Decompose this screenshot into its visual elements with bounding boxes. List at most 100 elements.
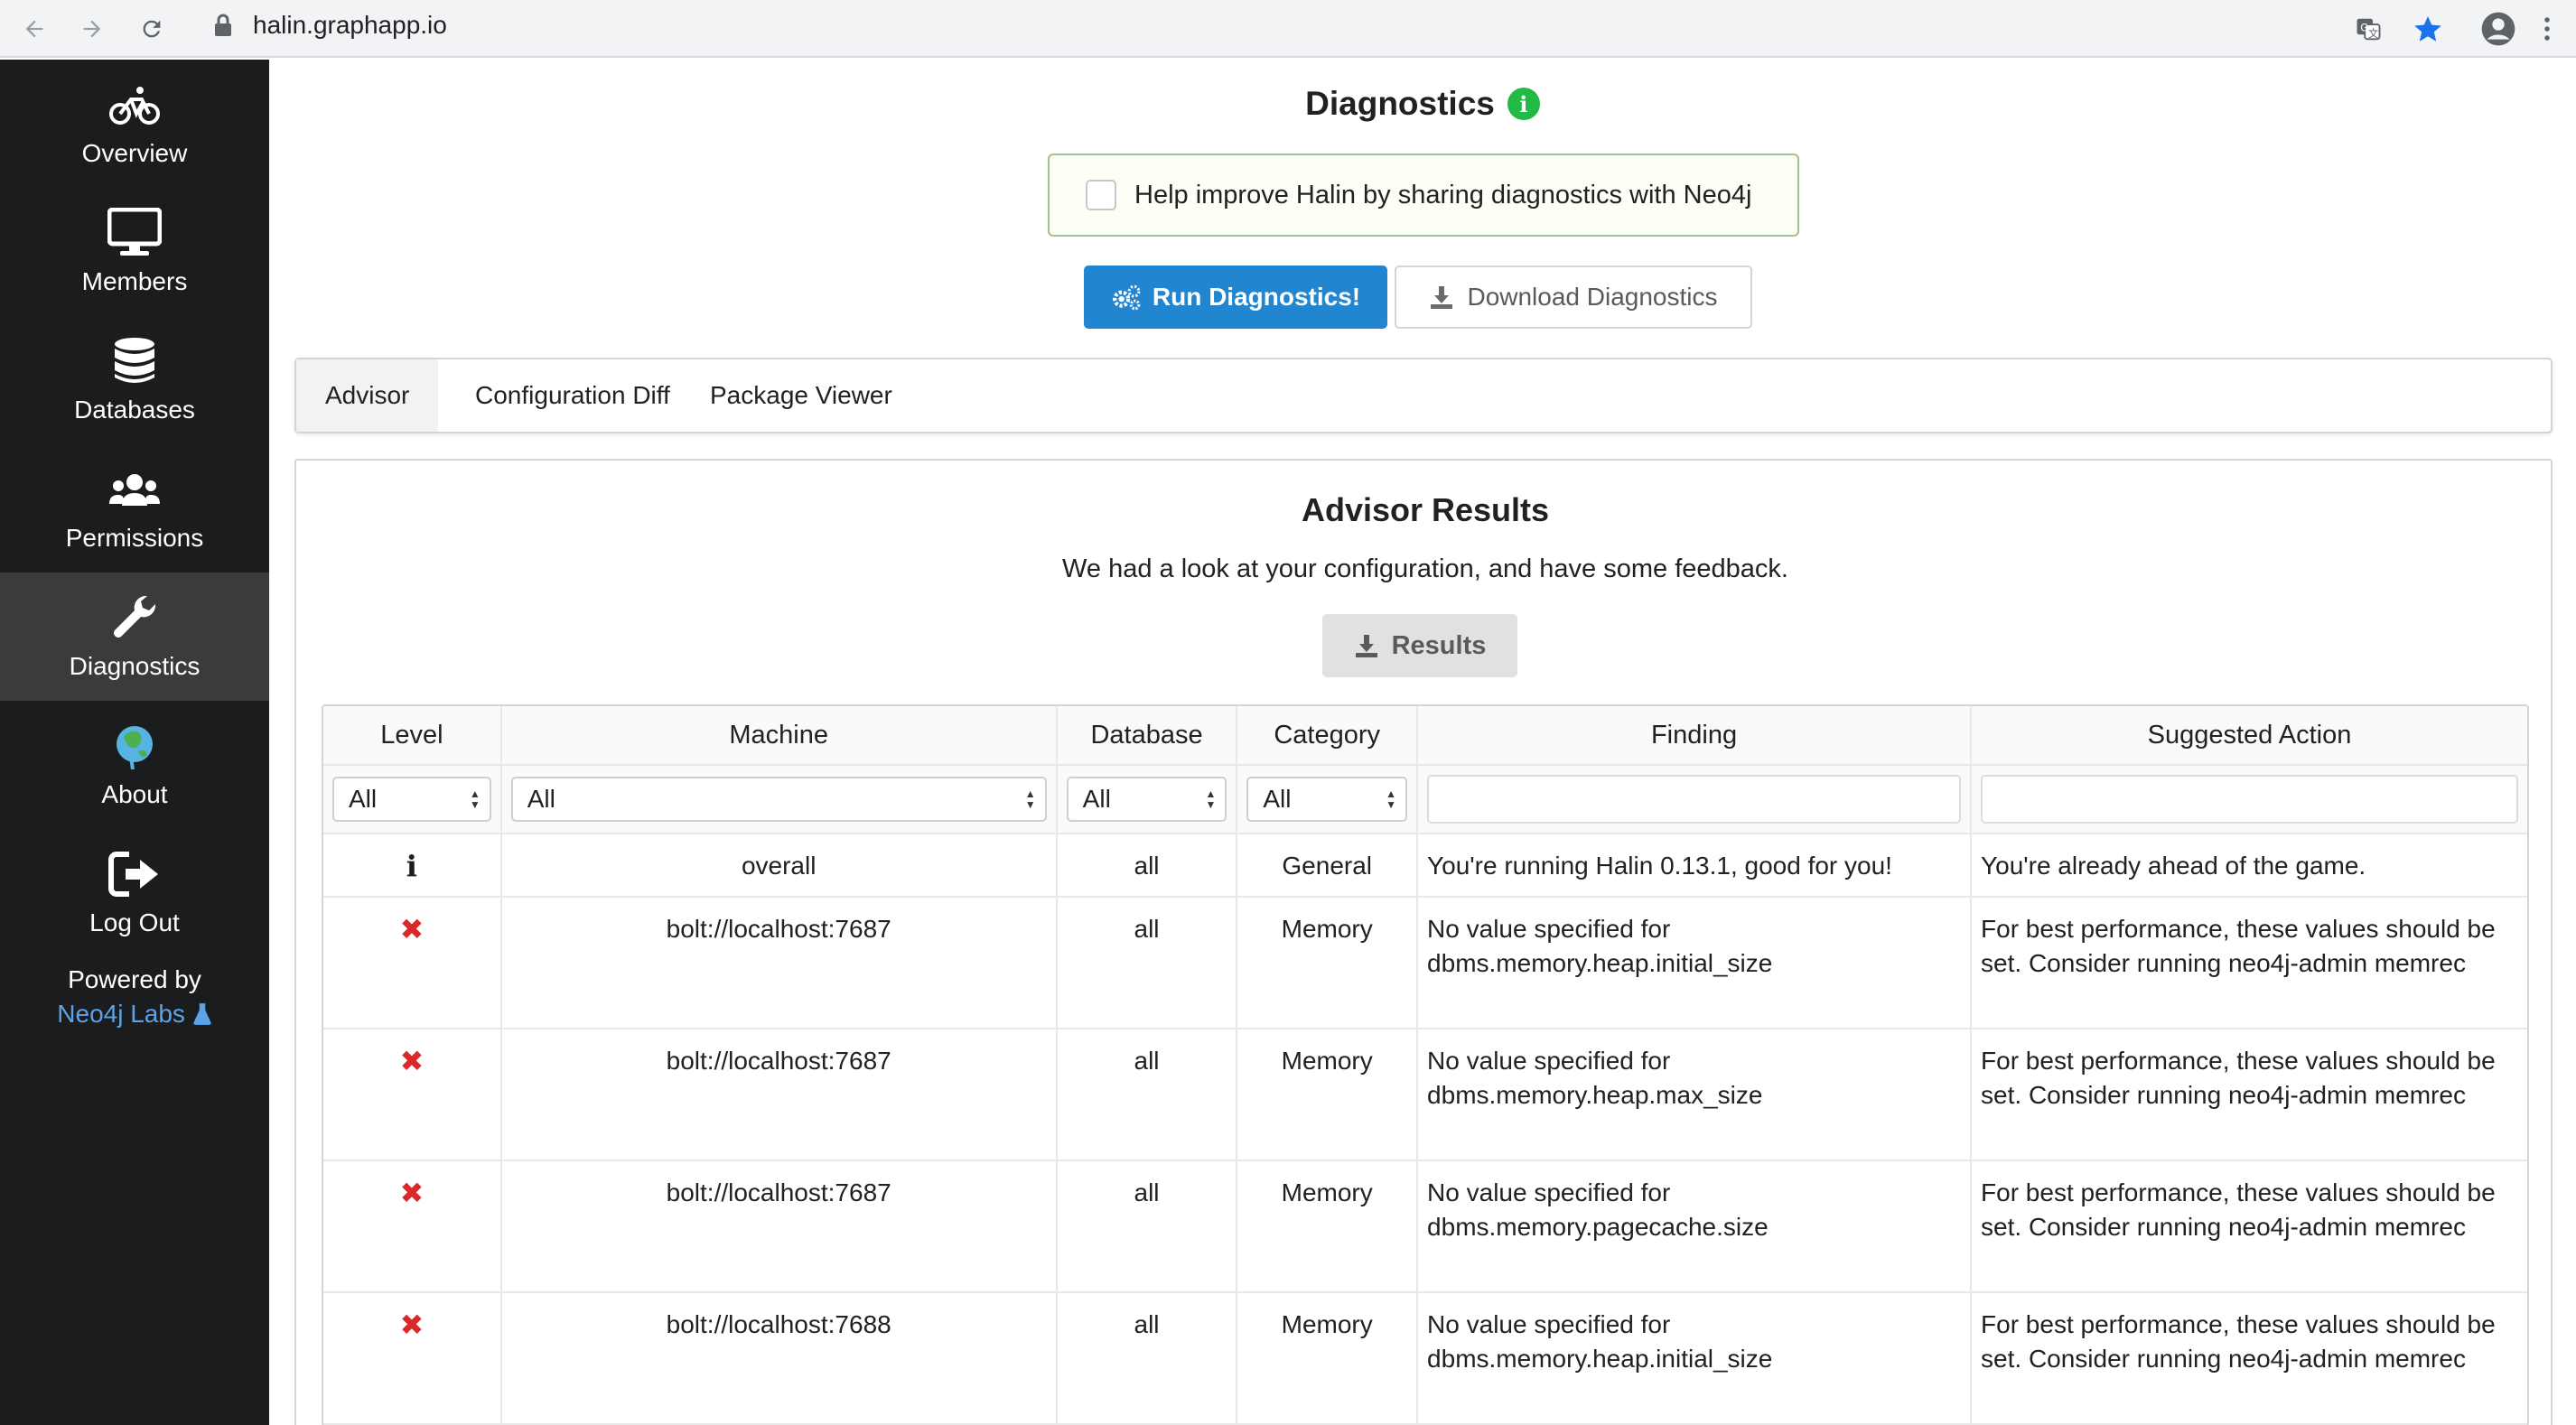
sidebar-item-label: Members <box>81 267 188 295</box>
sidebar-item-label: Permissions <box>65 524 204 552</box>
column-header-database[interactable]: Database <box>1057 706 1238 764</box>
advisor-table: Level Machine Database Category Finding … <box>322 704 2529 1425</box>
table-row: ✖ bolt://localhost:7687 all Memory No va… <box>323 1029 2527 1161</box>
svg-text:文: 文 <box>2368 27 2378 40</box>
sidebar-item-logout[interactable]: Log Out <box>0 829 269 957</box>
page-title-row: Diagnostics i <box>269 85 2576 123</box>
finding-filter-input[interactable] <box>1427 775 1962 824</box>
sidebar-item-diagnostics[interactable]: Diagnostics <box>0 573 269 701</box>
error-level-icon: ✖ <box>399 1045 425 1077</box>
more-vert-icon[interactable] <box>2538 9 2556 49</box>
row-action: For best performance, these values shoul… <box>1981 915 2496 977</box>
neo4j-logo-icon <box>117 726 153 770</box>
sidebar-item-label: Overview <box>81 139 188 167</box>
row-database: all <box>1058 898 1238 1028</box>
action-filter-input[interactable] <box>1981 775 2518 824</box>
svg-text:G: G <box>2360 23 2368 34</box>
run-diagnostics-button[interactable]: Run Diagnostics! <box>1084 265 1387 329</box>
sidebar-item-members[interactable]: Members <box>0 188 269 316</box>
download-icon <box>1431 286 1453 309</box>
powered-by-text: Powered by <box>68 965 201 993</box>
powered-by: Powered by Neo4j Labs <box>0 963 269 1031</box>
address-bar[interactable]: halin.graphapp.io <box>253 11 447 40</box>
select-arrows-icon: ▲ ▼ <box>1386 787 1397 811</box>
row-category: General <box>1237 834 1419 896</box>
row-finding: No value specified for dbms.memory.pagec… <box>1418 1161 1973 1291</box>
table-row: ✖ bolt://localhost:7687 all Memory No va… <box>323 1161 2527 1293</box>
tab-configuration-diff[interactable]: Configuration Diff <box>446 359 699 432</box>
cogs-icon <box>1113 284 1141 311</box>
sign-out-icon <box>108 852 158 897</box>
sidebar-item-label: Diagnostics <box>69 652 201 680</box>
results-download-button[interactable]: Results <box>1322 614 1517 677</box>
flask-icon <box>192 1003 211 1025</box>
column-header-machine[interactable]: Machine <box>501 706 1058 764</box>
table-header-row: Level Machine Database Category Finding … <box>323 706 2527 766</box>
database-icon <box>115 338 154 383</box>
browser-toolbar: halin.graphapp.io G文 <box>0 0 2576 58</box>
advisor-results-panel: Advisor Results We had a look at your co… <box>294 459 2553 1425</box>
download-diagnostics-label: Download Diagnostics <box>1467 283 1718 311</box>
sidebar-item-databases[interactable]: Databases <box>0 316 269 444</box>
share-diagnostics-box: Help improve Halin by sharing diagnostic… <box>1048 154 1799 237</box>
column-header-suggested-action[interactable]: Suggested Action <box>1972 706 2527 764</box>
error-level-icon: ✖ <box>399 913 425 945</box>
row-machine: bolt://localhost:7687 <box>502 1161 1058 1291</box>
sidebar-item-permissions[interactable]: Permissions <box>0 444 269 573</box>
table-filter-row: All ▲ ▼ All ▲ ▼ All ▲ ▼ All ▲ ▼ <box>323 766 2527 834</box>
error-level-icon: ✖ <box>399 1309 425 1341</box>
sidebar-item-label: Databases <box>74 396 195 424</box>
level-filter-select[interactable]: All ▲ ▼ <box>332 777 491 822</box>
tab-bar: Advisor Configuration Diff Package Viewe… <box>294 358 2553 433</box>
row-action: For best performance, these values shoul… <box>1981 1047 2496 1109</box>
advisor-results-subtitle: We had a look at your configuration, and… <box>1062 554 1788 583</box>
machine-filter-select[interactable]: All ▲ ▼ <box>510 777 1047 822</box>
table-row: ✖ bolt://localhost:7687 all Memory No va… <box>323 898 2527 1029</box>
column-header-finding[interactable]: Finding <box>1418 706 1973 764</box>
tab-advisor[interactable]: Advisor <box>296 359 439 432</box>
results-button-label: Results <box>1391 630 1487 660</box>
row-category: Memory <box>1237 1293 1419 1423</box>
sidebar-item-label: About <box>101 780 168 808</box>
select-arrows-icon: ▲ ▼ <box>1024 787 1036 811</box>
row-category: Memory <box>1237 1161 1419 1291</box>
column-header-level[interactable]: Level <box>323 706 502 764</box>
database-filter-select[interactable]: All ▲ ▼ <box>1066 777 1227 822</box>
row-finding: No value specified for dbms.memory.heap.… <box>1418 898 1973 1028</box>
row-database: all <box>1058 834 1238 896</box>
row-database: all <box>1058 1029 1238 1160</box>
download-icon <box>1355 635 1377 657</box>
wrench-icon <box>114 595 156 638</box>
row-finding: You're running Halin 0.13.1, good for yo… <box>1418 834 1973 896</box>
neo4j-labs-link[interactable]: Neo4j Labs <box>57 1000 185 1028</box>
row-finding: No value specified for dbms.memory.heap.… <box>1418 1293 1973 1423</box>
run-diagnostics-label: Run Diagnostics! <box>1152 283 1361 311</box>
row-database: all <box>1058 1293 1238 1423</box>
account-icon[interactable] <box>2478 9 2518 49</box>
share-diagnostics-label[interactable]: Help improve Halin by sharing diagnostic… <box>1134 181 1751 210</box>
column-header-category[interactable]: Category <box>1237 706 1419 764</box>
lock-icon <box>215 14 231 36</box>
row-database: all <box>1058 1161 1238 1291</box>
forward-arrow-icon[interactable] <box>74 11 110 47</box>
row-machine: bolt://localhost:7688 <box>502 1293 1058 1423</box>
bookmark-star-icon[interactable] <box>2408 9 2448 49</box>
tab-package-viewer[interactable]: Package Viewer <box>681 359 921 432</box>
back-arrow-icon[interactable] <box>16 11 52 47</box>
row-category: Memory <box>1237 1029 1419 1160</box>
sidebar-item-overview[interactable]: Overview <box>0 60 269 188</box>
table-row: ✖ bolt://localhost:7688 all Memory No va… <box>323 1293 2527 1425</box>
translate-icon[interactable]: G文 <box>2348 9 2388 49</box>
info-icon[interactable]: i <box>1507 88 1540 120</box>
row-machine: bolt://localhost:7687 <box>502 1029 1058 1160</box>
main-content: Diagnostics i Help improve Halin by shar… <box>269 60 2576 1425</box>
share-diagnostics-checkbox[interactable] <box>1086 180 1116 210</box>
row-action: For best performance, these values shoul… <box>1981 1310 2496 1373</box>
download-diagnostics-button[interactable]: Download Diagnostics <box>1395 265 1752 329</box>
error-level-icon: ✖ <box>399 1177 425 1209</box>
users-icon <box>109 474 160 506</box>
category-filter-select[interactable]: All ▲ ▼ <box>1246 777 1408 822</box>
row-category: Memory <box>1237 898 1419 1028</box>
reload-icon[interactable] <box>134 11 170 47</box>
sidebar-item-about[interactable]: About <box>0 701 269 829</box>
